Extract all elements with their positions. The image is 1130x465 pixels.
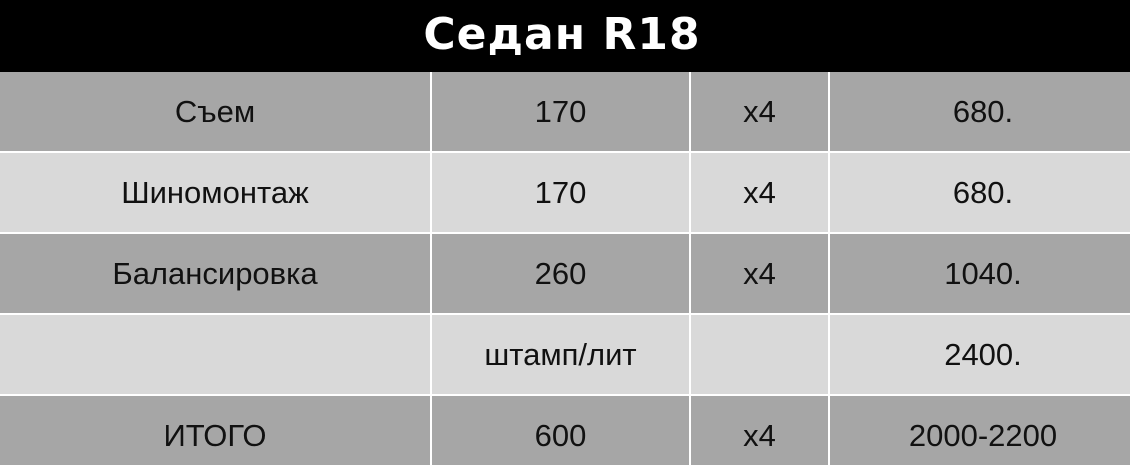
total-cell: 680. <box>830 153 1130 234</box>
price-cell: 170 <box>432 72 689 153</box>
service-cell: Балансировка <box>0 234 430 315</box>
qty-cell: x4 <box>691 72 828 153</box>
service-cell <box>0 315 430 396</box>
service-cell: Съем <box>0 72 430 153</box>
total-cell: 2400. <box>830 315 1130 396</box>
qty-cell: x4 <box>691 396 828 465</box>
price-cell: 600 <box>432 396 689 465</box>
qty-cell <box>691 315 828 396</box>
price-cell: 260 <box>432 234 689 315</box>
title-bar: Седан R18 <box>0 0 1130 70</box>
total-cell: 680. <box>830 72 1130 153</box>
page-title: Седан R18 <box>423 9 701 60</box>
service-cell: ИТОГО <box>0 396 430 465</box>
price-cell: штамп/лит <box>432 315 689 396</box>
qty-cell: x4 <box>691 234 828 315</box>
price-cell: 170 <box>432 153 689 234</box>
qty-cell: x4 <box>691 153 828 234</box>
service-cell: Шиномонтаж <box>0 153 430 234</box>
price-table: Съем 170 x4 680. Шиномонтаж 170 x4 680. … <box>0 72 1130 465</box>
total-cell: 1040. <box>830 234 1130 315</box>
total-cell: 2000-2200 <box>830 396 1130 465</box>
